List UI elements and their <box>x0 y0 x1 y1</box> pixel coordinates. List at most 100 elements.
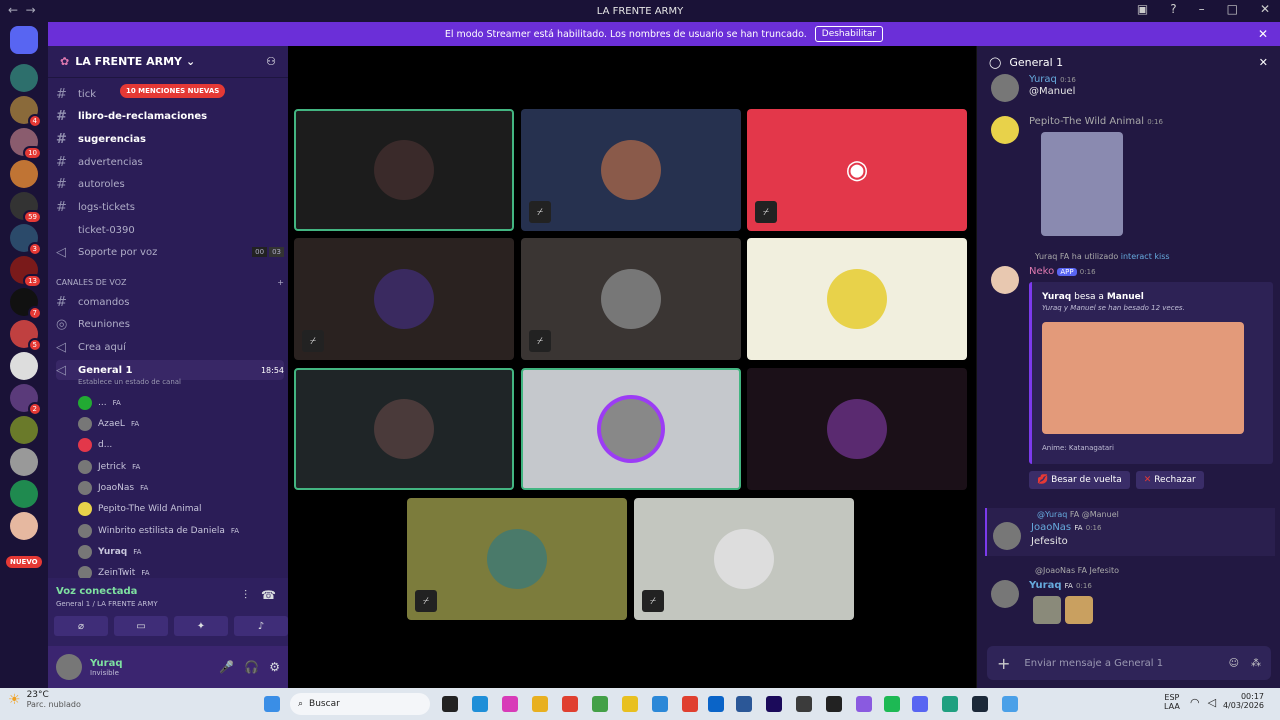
chrome-icon[interactable] <box>592 696 608 712</box>
channel-status[interactable]: Establece un estado de canal <box>78 378 181 386</box>
voice-member[interactable]: Yuraq FA <box>78 543 141 561</box>
screen-share-button[interactable]: ▭ <box>114 616 168 636</box>
active-voice-channel[interactable]: ◁ General 1 18:54 <box>56 360 284 380</box>
chrome-icon[interactable] <box>562 696 578 712</box>
apps-icon[interactable]: ⁂ <box>1251 658 1261 669</box>
close-window-icon[interactable]: ✕ <box>1260 2 1270 16</box>
video-tile[interactable] <box>294 109 514 231</box>
kiss-back-button[interactable]: 💋 Besar de vuelta <box>1029 471 1130 489</box>
voice-member[interactable]: Pepito-The Wild Animal <box>78 500 202 518</box>
close-chat-icon[interactable]: ✕ <box>1259 56 1268 69</box>
camera-off-button[interactable]: ⌀ <box>54 616 108 636</box>
message-input[interactable]: + Enviar mensaje a General 1 ☺ ⁂ <box>987 646 1271 680</box>
premiere-icon[interactable] <box>766 696 782 712</box>
edge-icon[interactable] <box>472 696 488 712</box>
store-icon[interactable] <box>736 696 752 712</box>
video-tile[interactable]: ⌿ <box>407 498 627 620</box>
voice-member[interactable]: Jetrick FA <box>78 458 140 476</box>
channel-item[interactable]: # tick <box>56 84 284 104</box>
voice-member[interactable]: JoaoNas FA <box>78 479 148 497</box>
voice-channel-item[interactable]: ◁ Crea aquí <box>56 337 284 357</box>
server-icon[interactable]: 3 <box>10 224 42 256</box>
app-icon[interactable] <box>532 696 548 712</box>
weather-widget[interactable]: ☀ 23°C Parc. nublado <box>8 690 81 709</box>
video-tile[interactable] <box>747 238 967 360</box>
server-icon[interactable] <box>10 448 38 476</box>
copilot-icon[interactable] <box>502 696 518 712</box>
server-icon[interactable]: 2 <box>10 384 42 416</box>
voice-member[interactable]: d... <box>78 436 112 454</box>
discord-home-icon[interactable] <box>10 26 38 54</box>
steam-icon[interactable] <box>972 696 988 712</box>
channel-item[interactable]: ticket-0390 <box>56 220 284 240</box>
video-tile[interactable]: ⌿ <box>294 238 514 360</box>
video-tile[interactable] <box>747 368 967 490</box>
minimize-icon[interactable]: – <box>1199 2 1205 16</box>
app-icon[interactable] <box>682 696 698 712</box>
help-icon[interactable]: ? <box>1170 2 1176 16</box>
voice-member[interactable]: AzaeL FA <box>78 415 139 433</box>
obs-icon[interactable] <box>826 696 842 712</box>
video-tile[interactable]: ⌿ <box>634 498 854 620</box>
disconnect-icon[interactable]: ☎ <box>261 588 276 603</box>
noise-icon[interactable]: ⫶ <box>244 588 247 603</box>
app-icon[interactable] <box>942 696 958 712</box>
start-icon[interactable] <box>264 696 280 712</box>
outlook-icon[interactable] <box>708 696 724 712</box>
spotify-icon[interactable] <box>884 696 900 712</box>
server-icon[interactable]: 59 <box>10 192 42 224</box>
video-tile[interactable]: ◉ ⌿ <box>747 109 967 231</box>
voice-channel-item[interactable]: ◎ Reuniones <box>56 314 284 334</box>
emoji-icon[interactable]: ☺ <box>1229 658 1239 669</box>
voice-member[interactable]: ... FA <box>78 394 121 412</box>
channel-item[interactable]: # logs-tickets <box>56 197 284 217</box>
back-forward-icons[interactable]: ← → <box>8 3 36 17</box>
app-icon[interactable] <box>1002 696 1018 712</box>
microphone-icon[interactable]: 🎤 <box>219 660 234 674</box>
video-tile[interactable] <box>294 368 514 490</box>
app-icon[interactable] <box>652 696 668 712</box>
server-icon[interactable]: 7 <box>10 288 42 320</box>
embed-image[interactable] <box>1042 322 1244 434</box>
invite-icon[interactable]: ⚇ <box>266 55 276 68</box>
image-attachment[interactable] <box>1041 132 1123 236</box>
soundboard-button[interactable]: ♪ <box>234 616 288 636</box>
discord-icon[interactable] <box>912 696 928 712</box>
task-view-icon[interactable] <box>442 696 458 712</box>
channel-item[interactable]: # advertencias <box>56 152 284 172</box>
language-indicator[interactable]: ESP LAA <box>1164 693 1180 711</box>
voice-member[interactable]: Winbrito estilista de Daniela FA <box>78 522 239 540</box>
channel-item[interactable]: # sugerencias <box>56 129 284 149</box>
server-icon[interactable]: 10 <box>10 128 42 160</box>
guild-header[interactable]: ✿ LA FRENTE ARMY ⌄ ⚇ <box>48 46 288 78</box>
server-icon[interactable]: 13 <box>10 256 42 288</box>
close-banner-icon[interactable]: ✕ <box>1258 27 1268 41</box>
add-attachment-icon[interactable]: + <box>997 654 1010 673</box>
channel-item[interactable]: # libro-de-reclamaciones <box>56 106 284 126</box>
maximize-icon[interactable]: □ <box>1227 2 1238 16</box>
taskbar-search[interactable]: ⌕ Buscar <box>290 693 430 715</box>
clock[interactable]: 00:17 4/03/2026 <box>1223 692 1264 710</box>
voice-channel-path[interactable]: General 1 / LA FRENTE ARMY <box>56 600 158 608</box>
channel-item[interactable]: # autoroles <box>56 174 284 194</box>
server-icon[interactable] <box>10 64 38 92</box>
activities-button[interactable]: ✦ <box>174 616 228 636</box>
server-icon[interactable] <box>10 352 38 380</box>
server-icon[interactable]: 4 <box>10 96 42 128</box>
explorer-icon[interactable] <box>622 696 638 712</box>
server-icon[interactable] <box>10 160 38 188</box>
channel-item[interactable]: ◁ Soporte por voz 00 03 <box>56 242 284 262</box>
system-tray-icons[interactable]: ◠ ◁ <box>1190 696 1216 709</box>
voice-channel-item[interactable]: # comandos <box>56 292 284 312</box>
disable-streamer-button[interactable]: Deshabilitar <box>814 26 884 42</box>
server-icon[interactable] <box>10 512 38 540</box>
voice-category[interactable]: CANALES DE VOZ + <box>56 272 284 292</box>
server-icon[interactable] <box>10 416 38 444</box>
video-tile[interactable]: ⌿ <box>521 238 741 360</box>
app-icon[interactable] <box>796 696 812 712</box>
app-icon[interactable] <box>856 696 872 712</box>
reject-button[interactable]: ✕ Rechazar <box>1135 471 1204 489</box>
video-tile[interactable]: ⌿ <box>521 109 741 231</box>
settings-icon[interactable]: ⚙ <box>269 660 280 674</box>
server-icon[interactable]: 5 <box>10 320 42 352</box>
